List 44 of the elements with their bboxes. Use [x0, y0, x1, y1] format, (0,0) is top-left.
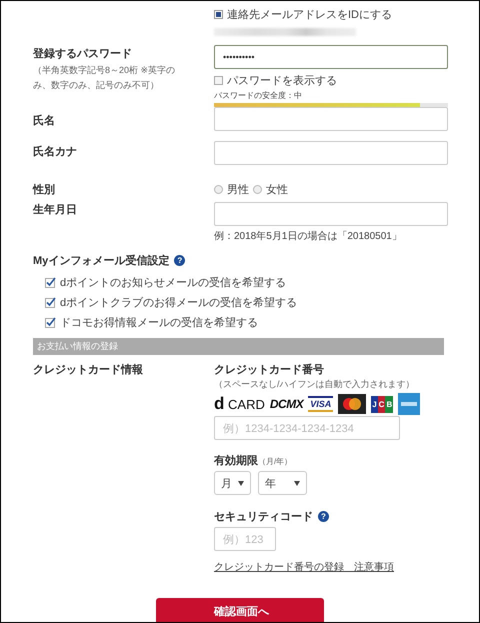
card-number-note: （スペースなし/ハイフンは自動で入力されます）: [214, 378, 416, 391]
caret-icon: [238, 480, 244, 486]
birthday-hint: 例：2018年5月1日の場合は「20180501」: [214, 230, 403, 243]
name-field[interactable]: [214, 107, 448, 131]
credit-card-label: クレジットカード情報: [33, 362, 144, 378]
card-number-label: クレジットカード番号: [214, 362, 325, 377]
mail-settings-title: Myインフォメール受信設定: [33, 254, 170, 268]
year-select[interactable]: 年: [258, 471, 307, 495]
checkbox[interactable]: [45, 296, 56, 308]
mail-option-label: dポイントクラブのお得メールの受信を希望する: [60, 296, 298, 310]
password-strength-label: パスワードの安全度：中: [214, 90, 303, 101]
confirm-button[interactable]: 確認画面へ: [156, 598, 324, 622]
month-select[interactable]: 月: [214, 471, 251, 495]
kana-label: 氏名カナ: [33, 144, 78, 160]
help-icon[interactable]: ?: [174, 254, 186, 266]
password-field[interactable]: ••••••••••: [214, 45, 448, 69]
security-code-label: セキュリティコード: [214, 510, 313, 524]
birthday-label: 生年月日: [33, 202, 78, 218]
password-note: （半角英数字記号8～20桁 ※英字のみ、数字のみ、記号のみ不可）: [33, 64, 176, 92]
checkbox[interactable]: [45, 316, 56, 328]
caret-icon: [294, 480, 300, 486]
amex-logo: [398, 393, 420, 415]
expiry-unit: （月/年）: [258, 456, 292, 468]
show-password-checkbox[interactable]: パスワードを表示する: [214, 73, 448, 88]
expiry-label: 有効期限: [214, 454, 258, 468]
name-label: 氏名: [33, 114, 56, 129]
mastercard-logo: [338, 394, 366, 414]
kana-field[interactable]: [214, 141, 448, 165]
checkbox[interactable]: [45, 276, 56, 288]
mail-option-label: dポイントのお知らせメールの受信を希望する: [60, 276, 286, 290]
notes-link[interactable]: クレジットカード番号の登録 注意事項: [214, 560, 448, 574]
visa-logo: VISA: [308, 396, 334, 412]
jcb-logo: JCB: [371, 396, 394, 412]
gender-radio[interactable]: 男性: [214, 182, 249, 196]
help-icon[interactable]: ?: [318, 511, 329, 522]
gender-label: 性別: [33, 182, 56, 196]
dcard-logo: d CARD: [214, 394, 265, 414]
birthday-field[interactable]: [214, 202, 448, 226]
id-option-checkbox[interactable]: 連絡先メールアドレスをIDにする: [214, 7, 448, 22]
gender-radio[interactable]: 女性: [253, 182, 288, 196]
mail-option-label: ドコモお得情報メールの受信を希望する: [60, 316, 258, 330]
dcmx-logo: DCMX: [270, 397, 304, 411]
password-label: 登録するパスワード: [33, 46, 133, 61]
section-header: お支払い情報の登録: [33, 338, 444, 355]
